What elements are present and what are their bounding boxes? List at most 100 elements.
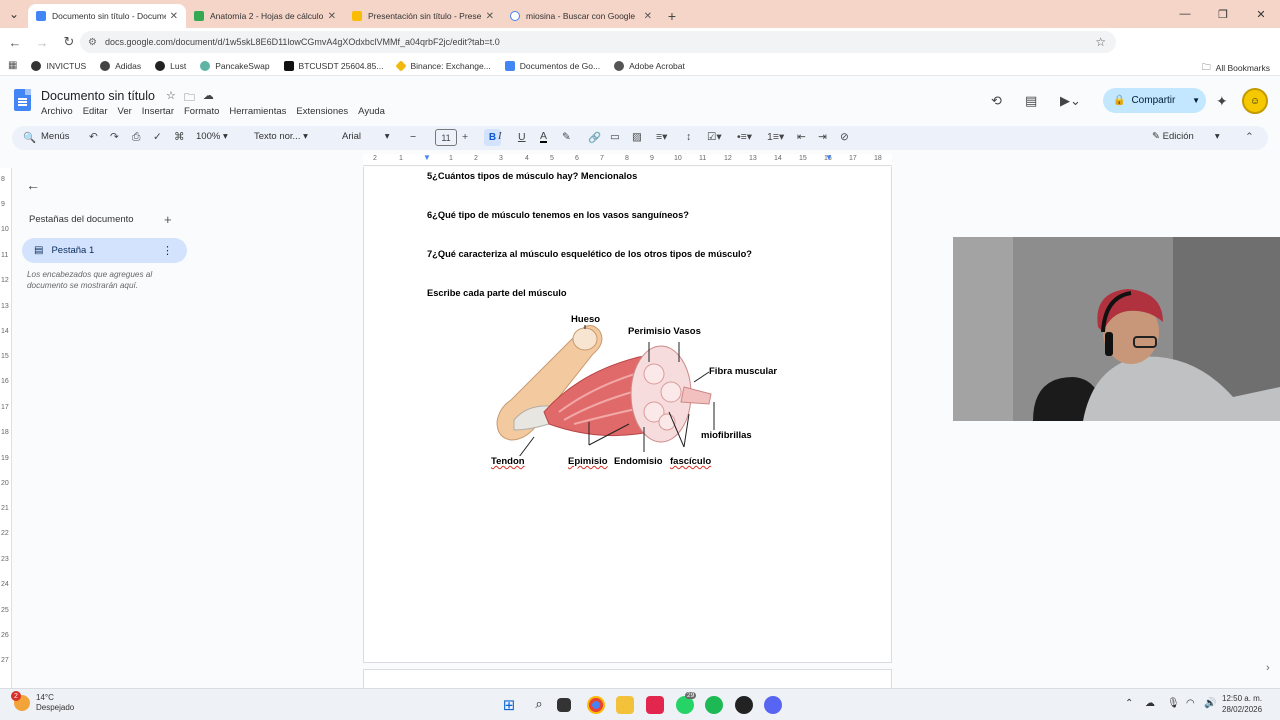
microphone-icon[interactable]: 🎙	[1167, 698, 1180, 709]
menu-insertar[interactable]: Insertar	[142, 106, 174, 117]
task-view-icon[interactable]	[557, 698, 571, 712]
decrease-indent-icon[interactable]: ⇤	[797, 131, 806, 143]
link-icon[interactable]: 🔗	[588, 131, 601, 144]
back-icon[interactable]: ←	[3, 30, 27, 54]
document-tab-item[interactable]: ▤ Pestaña 1 ⋮	[22, 238, 187, 263]
label-epimisio[interactable]: Epimisio	[568, 456, 608, 467]
label-tendon[interactable]: Tendon	[491, 456, 525, 467]
file-explorer-icon[interactable]	[616, 696, 634, 714]
bulleted-list-icon[interactable]: •≡▾	[737, 131, 752, 143]
chrome-taskbar-icon[interactable]	[587, 696, 605, 714]
reload-icon[interactable]: ↻	[57, 30, 81, 54]
bookmark-pancakeswap[interactable]: PancakeSwap	[200, 60, 270, 71]
underline-button[interactable]: U	[518, 131, 526, 143]
menu-formato[interactable]: Formato	[184, 106, 219, 117]
search-menus-icon[interactable]: 🔍	[23, 131, 36, 144]
zoom-select[interactable]: 100% ▾	[196, 131, 228, 142]
docs-logo-icon[interactable]	[14, 89, 31, 111]
vertical-ruler[interactable]: 8 9 10 11 12 13 14 15 16 17 18 19 20 21 …	[0, 168, 12, 688]
font-size-input[interactable]: 11	[435, 129, 457, 146]
comment-add-icon[interactable]: ▭	[610, 131, 620, 143]
browser-tab-docs[interactable]: Documento sin título - Docume ✕	[28, 4, 186, 28]
increase-size-icon[interactable]: +	[462, 131, 468, 143]
spellcheck-icon[interactable]: ✓	[153, 131, 162, 143]
network-icon[interactable]: ☁	[1145, 698, 1155, 709]
image-icon[interactable]: ▨	[632, 131, 642, 143]
font-select[interactable]: Arial ▾	[342, 131, 390, 142]
editing-mode-select[interactable]: ✎ Edición ▾	[1152, 131, 1220, 142]
volume-icon[interactable]: 🔊	[1204, 698, 1216, 709]
right-indent-marker-icon[interactable]: ▼	[825, 153, 833, 162]
align-icon[interactable]: ≡▾	[656, 131, 667, 143]
tab-search-chevron-icon[interactable]: ⌄	[0, 0, 28, 28]
document-title[interactable]: Documento sin título	[41, 89, 155, 103]
close-window-icon[interactable]: ✕	[1242, 0, 1280, 28]
version-history-icon[interactable]: ⟲	[991, 93, 1002, 109]
menu-herramientas[interactable]: Herramientas	[229, 106, 286, 117]
close-tab-icon[interactable]: ✕	[170, 11, 178, 22]
meet-video-icon[interactable]: ▶⌄	[1060, 93, 1081, 109]
indent-marker-icon[interactable]: ▼	[423, 153, 431, 162]
minimize-icon[interactable]: —	[1166, 0, 1204, 28]
label-fasciculo[interactable]: fascículo	[670, 456, 712, 467]
menu-archivo[interactable]: Archivo	[41, 106, 73, 117]
menu-ayuda[interactable]: Ayuda	[358, 106, 385, 117]
apps-grid-icon[interactable]: ▦	[8, 60, 17, 71]
next-document-page[interactable]	[363, 669, 892, 689]
tray-overflow-chevron-icon[interactable]: ⌃	[1125, 698, 1133, 709]
share-button[interactable]: 🔒 Compartir ▼	[1103, 88, 1206, 113]
menu-editar[interactable]: Editar	[83, 106, 108, 117]
label-endomisio[interactable]: Endomisio	[614, 456, 663, 467]
spotify-taskbar-icon[interactable]	[705, 696, 723, 714]
wifi-icon[interactable]: ◠	[1186, 698, 1195, 709]
italic-button[interactable]: I	[498, 131, 502, 142]
label-fibra-muscular[interactable]: Fibra muscular	[709, 366, 778, 377]
bookmark-lust[interactable]: Lust	[155, 60, 186, 71]
label-hueso[interactable]: Hueso	[571, 314, 601, 325]
undo-icon[interactable]: ↶	[89, 131, 98, 143]
side-panel-expand-icon[interactable]: ›	[1266, 662, 1270, 674]
line-spacing-icon[interactable]: ↕	[686, 131, 691, 143]
bookmark-documentos[interactable]: Documentos de Go...	[504, 60, 600, 71]
close-outline-arrow-icon[interactable]: ←	[26, 177, 40, 193]
paint-format-icon[interactable]: ⌘	[174, 131, 185, 143]
bookmark-adobe[interactable]: Adobe Acrobat	[614, 60, 685, 71]
search-icon[interactable]: ⌕	[530, 696, 548, 714]
label-perimisio-vasos[interactable]: Perimisio Vasos	[628, 326, 701, 337]
forward-icon[interactable]: →	[30, 30, 54, 54]
decrease-size-icon[interactable]: −	[410, 131, 416, 143]
tab-options-icon[interactable]: ⋮	[162, 244, 173, 257]
clear-formatting-icon[interactable]: ⊘	[840, 131, 849, 143]
all-bookmarks[interactable]: 🗀 All Bookmarks	[1202, 60, 1270, 76]
redo-icon[interactable]: ↷	[110, 131, 119, 143]
bookmark-star-icon[interactable]: ☆	[1095, 35, 1106, 49]
comments-icon[interactable]: ▤	[1025, 93, 1037, 109]
browser-tab-sheets[interactable]: Anatomía 2 - Hojas de cálculo ✕	[186, 4, 344, 28]
gemini-sparkle-icon[interactable]: ✦	[1216, 93, 1228, 110]
horizontal-ruler[interactable]: 2 1 1 2 3 4 5 6 7 8 9 10 11 12 13 14 15 …	[363, 153, 892, 166]
share-dropdown-icon[interactable]: ▼	[1192, 96, 1200, 105]
new-tab-plus-icon[interactable]: +	[660, 4, 684, 28]
checklist-icon[interactable]: ☑▾	[707, 131, 722, 143]
app-taskbar-icon[interactable]	[735, 696, 753, 714]
account-avatar[interactable]: ☺	[1242, 88, 1268, 114]
print-icon[interactable]: ⎙	[132, 131, 140, 144]
bookmark-binance[interactable]: Binance: Exchange...	[395, 59, 491, 72]
highlight-icon[interactable]: ✎	[562, 131, 571, 143]
menu-extensiones[interactable]: Extensiones	[296, 106, 348, 117]
bookmark-invictus[interactable]: INVICTUS	[31, 60, 86, 71]
menu-ver[interactable]: Ver	[118, 106, 132, 117]
discord-taskbar-icon[interactable]	[764, 696, 782, 714]
close-tab-icon[interactable]: ✕	[486, 11, 494, 22]
close-tab-icon[interactable]: ✕	[328, 11, 336, 22]
browser-tab-slides[interactable]: Presentación sin título - Prese ✕	[344, 4, 502, 28]
search-menus-button[interactable]: Menús	[41, 131, 70, 142]
bookmark-btcusdt[interactable]: BTCUSDT 25604.85...	[283, 60, 383, 71]
site-info-icon[interactable]: ⚙	[88, 37, 97, 48]
increase-indent-icon[interactable]: ⇥	[818, 131, 827, 143]
hide-menus-chevron-icon[interactable]: ⌃	[1245, 131, 1254, 143]
tiktok-taskbar-icon[interactable]	[646, 696, 664, 714]
style-select[interactable]: Texto nor... ▾	[254, 131, 308, 142]
numbered-list-icon[interactable]: 1≡▾	[767, 131, 784, 143]
browser-tab-google[interactable]: miosina - Buscar con Google ✕	[502, 4, 660, 28]
